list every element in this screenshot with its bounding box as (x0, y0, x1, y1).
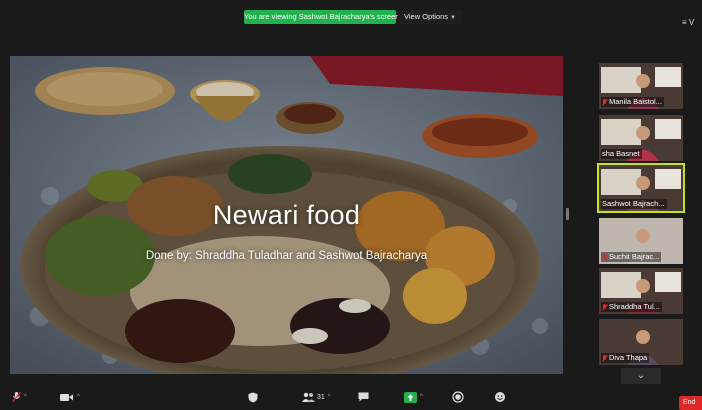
shield-icon (248, 392, 258, 402)
chevron-up-icon[interactable]: ^ (420, 394, 423, 400)
chevron-down-icon: ▼ (450, 15, 456, 21)
participant-tile[interactable]: Shraddha Tul... (599, 268, 683, 314)
mute-button[interactable]: ^ (12, 390, 27, 404)
participant-name-label: Sashwot Bajrach... (602, 199, 665, 208)
shared-screen: Newari food Done by: Shraddha Tuladhar a… (10, 56, 563, 374)
participant-name-label: Shraddha Tul... (609, 302, 660, 311)
video-button[interactable]: ^ (60, 390, 80, 404)
chevron-up-icon[interactable]: ^ (24, 394, 27, 400)
share-screen-icon (404, 391, 417, 403)
participant-tile[interactable]: sha Basnet (599, 115, 683, 161)
participant-name: sha Basnet (601, 149, 642, 159)
participant-name-label: Suchit Bajrac... (609, 252, 660, 261)
chat-bubble-icon (358, 392, 369, 402)
chevron-down-icon: ⌄ (636, 370, 646, 381)
view-toggle-button[interactable]: ≡ V (682, 18, 694, 27)
slide-title: Newari food (212, 200, 361, 230)
mic-muted-icon (602, 303, 607, 311)
chevron-up-icon[interactable]: ^ (328, 394, 331, 400)
participant-name-label: Manila Baistol... (609, 97, 662, 106)
participant-name: Shraddha Tul... (601, 302, 662, 312)
split-resize-handle[interactable] (566, 208, 569, 220)
mic-muted-icon (602, 253, 607, 261)
participant-tile[interactable]: Manila Baistol... (599, 63, 683, 109)
mic-muted-icon (602, 354, 607, 362)
emoji-reaction-icon (495, 392, 505, 402)
participant-tile[interactable]: Suchit Bajrac... (599, 218, 683, 264)
participant-name: Suchit Bajrac... (601, 252, 662, 262)
chevron-up-icon[interactable]: ^ (77, 394, 80, 400)
record-button[interactable] (452, 390, 464, 404)
slide-subtitle: Done by: Shraddha Tuladhar and Sashwot B… (145, 250, 428, 262)
participant-name: Diva Thapa (601, 353, 650, 363)
security-button[interactable] (248, 390, 258, 404)
view-options-button[interactable]: View Options ▼ (398, 10, 462, 24)
video-camera-icon (60, 393, 73, 401)
chat-button[interactable] (358, 390, 369, 404)
participant-tile[interactable]: Diva Thapa (599, 319, 683, 365)
participant-name-label: sha Basnet (602, 149, 640, 158)
participants-icon (302, 392, 315, 402)
share-screen-button[interactable]: ^ (404, 390, 423, 404)
mic-muted-icon (12, 391, 21, 403)
gallery-scroll-down-button[interactable]: ⌄ (621, 368, 661, 384)
participant-name: Manila Baistol... (601, 97, 664, 107)
record-icon (452, 391, 464, 403)
view-options-label: View Options (403, 12, 449, 21)
end-meeting-button[interactable]: End (679, 396, 702, 410)
participant-tile[interactable]: Sashwot Bajrach... (597, 163, 685, 213)
meeting-toolbar: ^ ^ 31 ^ ^ (0, 386, 702, 409)
mic-muted-icon (602, 98, 607, 106)
screen-share-banner: You are viewing Sashwot Bajracharya's sc… (244, 10, 399, 24)
participant-name-label: Diva Thapa (609, 353, 648, 362)
participants-button[interactable]: 31 ^ (302, 390, 331, 404)
participant-name: Sashwot Bajrach... (601, 199, 667, 209)
reactions-button[interactable] (494, 390, 506, 404)
participants-count: 31 (317, 393, 325, 401)
